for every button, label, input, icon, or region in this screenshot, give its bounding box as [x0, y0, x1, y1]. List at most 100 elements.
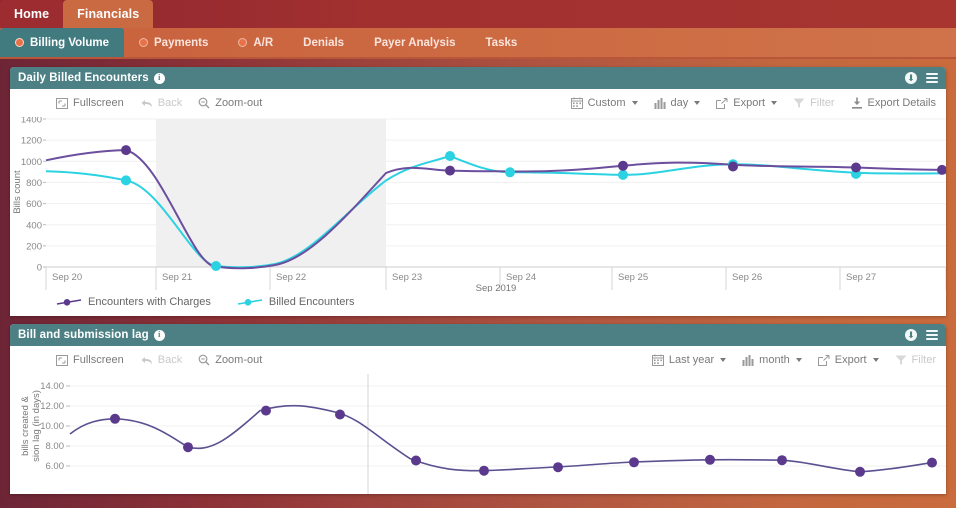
hamburger-menu-icon[interactable]: [926, 330, 938, 340]
fullscreen-icon: [56, 97, 68, 109]
svg-text:14.00: 14.00: [40, 381, 64, 392]
widget-bill-and-submission-lag: Bill and submission lag i ⬇ Fullscreen B…: [10, 324, 946, 494]
filter-button[interactable]: Filter: [793, 97, 835, 109]
svg-text:1000: 1000: [21, 157, 42, 168]
chart-legend: Encounters with Charges Billed Encounter…: [10, 292, 946, 316]
bar-chart-icon: [742, 354, 754, 366]
date-range-selector[interactable]: Custom: [570, 97, 638, 109]
chevron-down-icon: [720, 358, 727, 362]
chart-bill-and-submission-lag[interactable]: 14.00 12.00 10.00 8.00 6.00 bills create…: [10, 374, 946, 494]
primary-navigation-bar: Home Financials: [0, 0, 956, 28]
export-icon: [817, 354, 830, 366]
chevron-down-icon: [872, 358, 879, 362]
filter-label: Filter: [911, 354, 936, 366]
hamburger-menu-icon[interactable]: [926, 73, 938, 83]
svg-text:400: 400: [26, 220, 42, 231]
info-icon[interactable]: i: [153, 72, 165, 84]
svg-text:Sep 22: Sep 22: [276, 272, 306, 283]
secondary-navigation-bar: Billing Volume Payments A/R Denials Paye…: [0, 28, 956, 59]
y-axis: 14.00 12.00 10.00 8.00 6.00: [40, 381, 70, 472]
zoom-out-button[interactable]: Zoom-out: [198, 354, 262, 366]
svg-text:0: 0: [37, 263, 42, 274]
info-icon[interactable]: i: [153, 329, 165, 341]
back-button[interactable]: Back: [140, 97, 182, 109]
gridlines: [70, 385, 946, 467]
chart-canvas: 14.00 12.00 10.00 8.00 6.00 bills create…: [20, 374, 946, 494]
export-button[interactable]: Export: [716, 97, 778, 109]
subnav-tab-tasks[interactable]: Tasks: [471, 28, 533, 57]
subnav-tab-denials-label: Denials: [303, 36, 345, 49]
svg-text:1200: 1200: [21, 136, 42, 147]
subnav-tab-billing-volume[interactable]: Billing Volume: [0, 28, 125, 57]
svg-text:Sep 23: Sep 23: [392, 272, 422, 283]
granularity-selector[interactable]: day: [654, 97, 701, 109]
svg-text:Sep 20: Sep 20: [52, 272, 82, 283]
svg-text:1400: 1400: [21, 117, 42, 126]
subnav-tab-denials[interactable]: Denials: [288, 28, 359, 57]
y-axis-title: bills created &: [20, 396, 31, 456]
granularity-label: month: [759, 354, 790, 366]
export-label: Export: [733, 97, 766, 109]
export-label: Export: [834, 354, 867, 366]
y-axis-title: Bills count: [12, 170, 23, 214]
funnel-icon: [895, 355, 907, 365]
status-dot-icon: [139, 38, 149, 47]
export-details-label: Export Details: [867, 97, 936, 109]
date-range-label: Custom: [587, 97, 626, 109]
widget-title: Bill and submission lag: [18, 329, 149, 341]
svg-text:200: 200: [26, 241, 42, 252]
legend-label-encounters-with-charges: Encounters with Charges: [88, 296, 211, 308]
svg-text:Sep 24: Sep 24: [506, 272, 536, 283]
fullscreen-button[interactable]: Fullscreen: [56, 354, 124, 366]
filter-label: Filter: [810, 97, 835, 109]
legend-label-billed-encounters: Billed Encounters: [268, 296, 355, 308]
chart-canvas: 1400 1200 1000 800 600 400 200 0 Sep 20 …: [12, 117, 946, 292]
bar-chart-icon: [654, 97, 666, 109]
back-button[interactable]: Back: [140, 354, 182, 366]
nav-tab-financials[interactable]: Financials: [63, 0, 154, 28]
granularity-label: day: [670, 97, 689, 109]
date-range-label: Last year: [668, 354, 715, 366]
x-axis-title: Sep 2019: [476, 283, 517, 292]
chart-daily-billed-encounters[interactable]: 1400 1200 1000 800 600 400 200 0 Sep 20 …: [10, 117, 946, 292]
export-button[interactable]: Export: [817, 354, 879, 366]
download-circle-icon[interactable]: ⬇: [905, 329, 917, 341]
chevron-down-icon: [694, 101, 701, 105]
subnav-tab-payments[interactable]: Payments: [124, 28, 223, 57]
chart-toolbar: Fullscreen Back Zoom-out: [10, 89, 946, 117]
granularity-selector[interactable]: month: [742, 354, 802, 366]
back-label: Back: [157, 97, 183, 109]
svg-text:8.00: 8.00: [46, 441, 65, 452]
legend-item-encounters-with-charges[interactable]: Encounters with Charges: [56, 296, 211, 308]
subnav-tab-billing-volume-label: Billing Volume: [30, 36, 110, 49]
zoom-out-label: Zoom-out: [215, 354, 263, 366]
svg-text:800: 800: [26, 178, 42, 189]
subnav-tab-payer-analysis[interactable]: Payer Analysis: [359, 28, 470, 57]
export-icon: [716, 97, 728, 109]
download-circle-icon[interactable]: ⬇: [905, 72, 917, 84]
back-arrow-icon: [141, 356, 152, 364]
date-range-selector[interactable]: Last year: [651, 354, 727, 366]
fullscreen-label: Fullscreen: [73, 97, 124, 109]
subnav-tab-ar[interactable]: A/R: [223, 28, 288, 57]
svg-text:Sep 25: Sep 25: [618, 272, 648, 283]
filter-button[interactable]: Filter: [895, 354, 936, 366]
svg-text:12.00: 12.00: [40, 401, 64, 412]
widget-daily-billed-encounters: Daily Billed Encounters i ⬇ Fullscreen B…: [10, 67, 946, 316]
legend-item-billed-encounters[interactable]: Billed Encounters: [237, 296, 355, 308]
legend-marker-cyan: [237, 299, 263, 306]
zoom-out-button[interactable]: Zoom-out: [198, 97, 262, 109]
magnifier-icon: [198, 97, 210, 109]
funnel-icon: [793, 98, 805, 108]
widget-header: Bill and submission lag i ⬇: [10, 324, 946, 346]
fullscreen-button[interactable]: Fullscreen: [56, 97, 124, 109]
download-arrow-icon: [851, 97, 862, 109]
chart-toolbar: Fullscreen Back Zoom-out: [10, 346, 946, 374]
status-dot-icon: [15, 38, 24, 47]
calendar-icon: [570, 97, 583, 109]
svg-text:6.00: 6.00: [46, 461, 65, 472]
nav-tab-home[interactable]: Home: [0, 0, 64, 28]
chevron-down-icon: [795, 358, 802, 362]
export-details-button[interactable]: Export Details: [851, 97, 936, 109]
svg-text:Sep 27: Sep 27: [846, 272, 876, 283]
